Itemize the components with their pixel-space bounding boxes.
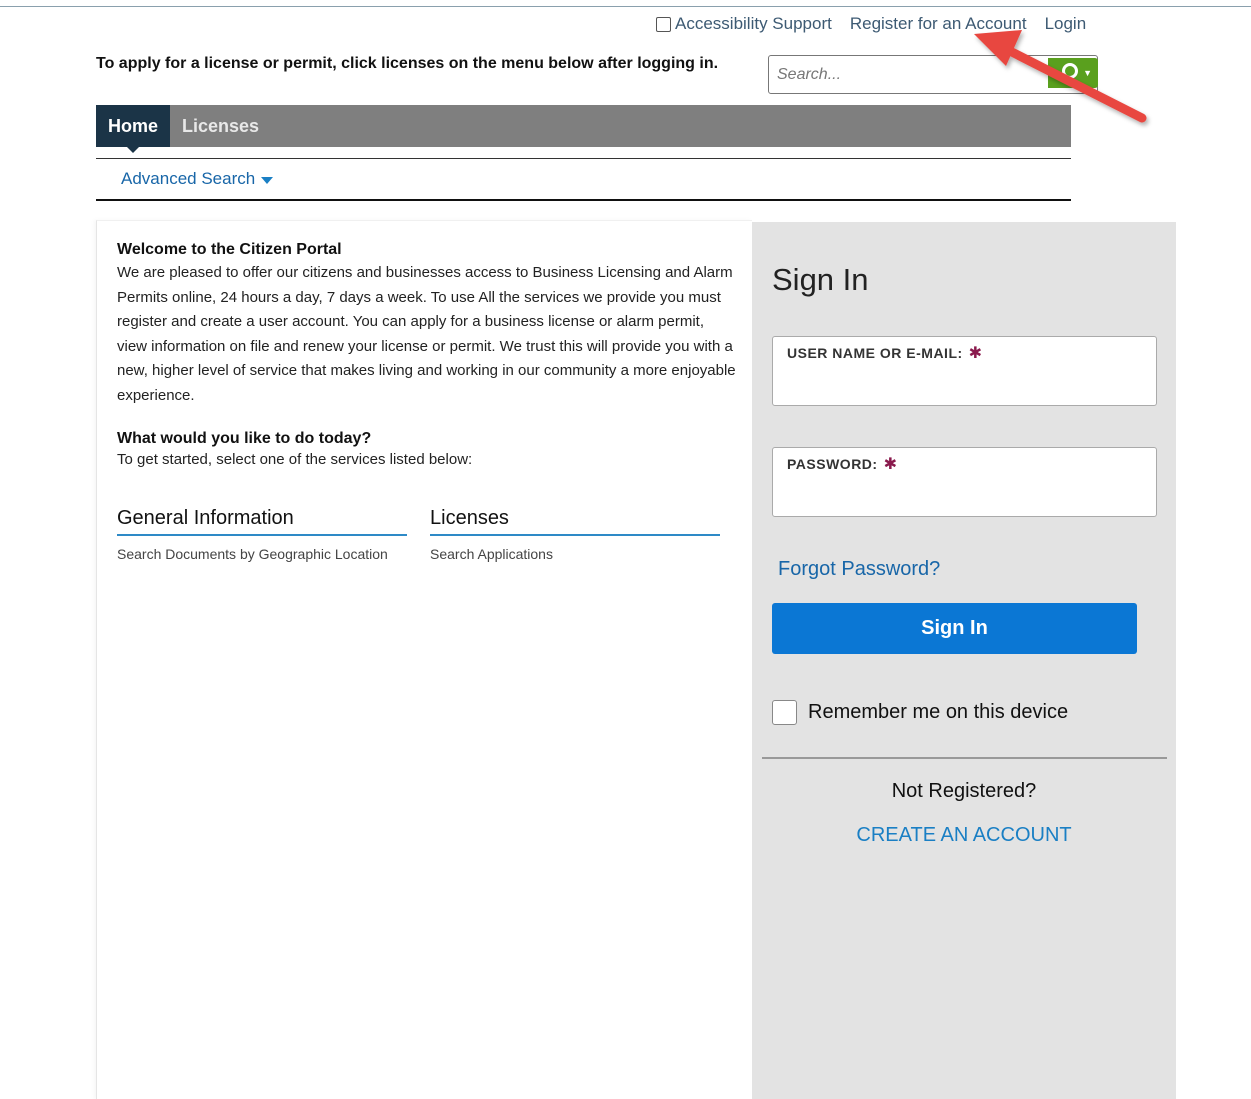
sign-in-title: Sign In xyxy=(772,262,869,297)
licenses-section: Licenses Search Applications xyxy=(430,507,720,562)
welcome-title: Welcome to the Citizen Portal xyxy=(117,241,342,258)
todo-body: To get started, select one of the servic… xyxy=(117,451,473,468)
required-asterisk-icon: ✱ xyxy=(968,345,983,362)
remember-me[interactable]: Remember me on this device xyxy=(772,700,1068,725)
not-registered-text: Not Registered? xyxy=(891,780,1037,802)
tab-licenses[interactable]: Licenses xyxy=(170,105,271,147)
forgot-password-link[interactable]: Forgot Password? xyxy=(778,558,940,581)
create-account-link[interactable]: CREATE AN ACCOUNT xyxy=(752,824,1176,847)
search-applications-link[interactable]: Search Applications xyxy=(430,546,720,562)
sub-nav: Advanced Search xyxy=(96,158,1071,201)
remember-me-label: Remember me on this device xyxy=(808,701,1069,723)
divider xyxy=(762,757,1167,759)
username-field[interactable]: USER NAME OR E-MAIL: ✱ xyxy=(772,336,1157,406)
licenses-heading: Licenses xyxy=(430,507,720,536)
search-documents-link[interactable]: Search Documents by Geographic Location xyxy=(117,546,407,562)
username-label: USER NAME OR E-MAIL: ✱ xyxy=(787,345,983,362)
password-label: PASSWORD: ✱ xyxy=(787,456,898,473)
password-input[interactable] xyxy=(785,478,1145,508)
accessibility-checkbox[interactable] xyxy=(656,16,671,32)
accessibility-label[interactable]: Accessibility Support xyxy=(675,14,832,34)
main-nav: Home Licenses xyxy=(96,105,1071,153)
welcome-body: We are pleased to offer our citizens and… xyxy=(117,264,736,404)
instruction-text: To apply for a license or permit, click … xyxy=(96,55,719,72)
accessibility-support[interactable]: Accessibility Support xyxy=(656,14,832,34)
password-field[interactable]: PASSWORD: ✱ xyxy=(772,447,1157,517)
general-information-section: General Information Search Documents by … xyxy=(117,507,407,562)
general-information-heading: General Information xyxy=(117,507,407,536)
required-asterisk-icon: ✱ xyxy=(883,456,898,473)
username-input[interactable] xyxy=(785,367,1145,397)
sign-in-panel: Sign In USER NAME OR E-MAIL: ✱ PASSWORD: ✱… xyxy=(752,222,1176,1099)
caret-down-icon xyxy=(261,176,274,184)
remember-me-checkbox[interactable] xyxy=(772,700,797,725)
advanced-search-link[interactable]: Advanced Search xyxy=(121,169,274,189)
sign-in-button[interactable]: Sign In xyxy=(772,603,1137,654)
top-border xyxy=(0,6,1251,7)
welcome-content: Welcome to the Citizen Portal We are ple… xyxy=(96,220,752,1099)
tab-home[interactable]: Home xyxy=(96,105,171,153)
todo-title: What would you like to do today? xyxy=(117,430,372,447)
advanced-search-label: Advanced Search xyxy=(121,169,256,188)
